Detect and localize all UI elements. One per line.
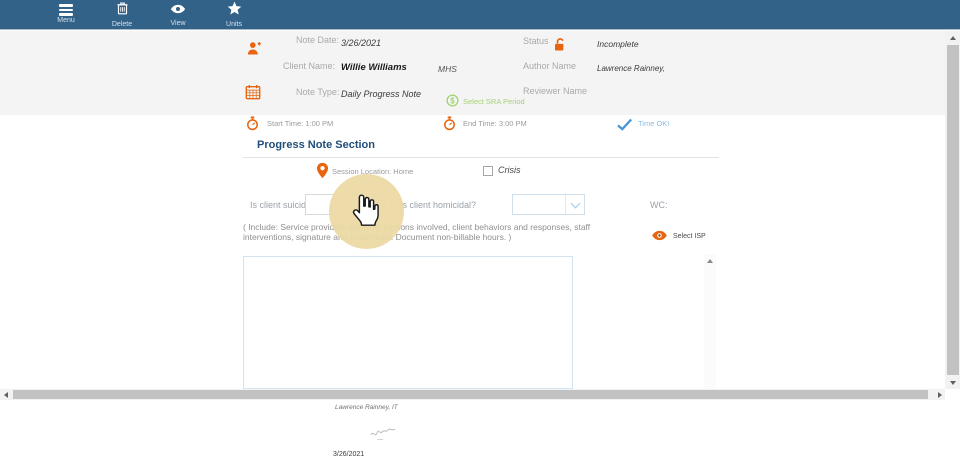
- note-textarea[interactable]: [243, 256, 573, 389]
- eye-icon: [170, 1, 186, 19]
- signature-date: 3/26/2021: [333, 451, 364, 458]
- scroll-up-button[interactable]: [704, 256, 716, 266]
- toolbar-item-delete[interactable]: Delete: [94, 0, 150, 30]
- select-sra-label: Select SRA Period: [463, 97, 525, 106]
- unlock-icon: [553, 37, 567, 57]
- vertical-scrollbar[interactable]: [945, 31, 960, 389]
- scroll-up-button[interactable]: [945, 31, 960, 44]
- homicidal-label: Is client homicidal?: [400, 200, 476, 210]
- toolbar-item-label: Units: [226, 21, 242, 29]
- note-type-value[interactable]: Daily Progress Note: [341, 89, 421, 99]
- note-date-value[interactable]: 3/26/2021: [341, 38, 381, 48]
- signature-credentials: Lawrence Rainney, IT: [335, 404, 398, 411]
- end-time-text: End Time: 3:00 PM: [463, 119, 527, 128]
- section-title: Progress Note Section: [257, 139, 375, 151]
- client-credential: MHS: [438, 64, 457, 74]
- toolbar-item-label: Delete: [112, 21, 132, 29]
- orange-eye-icon: [651, 230, 668, 243]
- include-instructions: ( Include: Service provided, duration, p…: [243, 222, 595, 242]
- stopwatch-icon: [443, 116, 456, 136]
- stopwatch-icon: [246, 116, 259, 136]
- svg-text:$: $: [450, 96, 455, 105]
- client-name-value: Willie Williams: [341, 62, 407, 73]
- horizontal-scrollbar[interactable]: [0, 389, 945, 400]
- crisis-checkbox[interactable]: [483, 166, 493, 176]
- toolbar-item-menu[interactable]: Menu: [38, 0, 94, 30]
- hand-cursor-icon: [349, 193, 379, 232]
- progress-note-window: Menu Delete View Units Note Date: 3/26/2: [0, 0, 960, 469]
- wc-label: WC:: [650, 200, 668, 210]
- select-sra-button[interactable]: $ Select SRA Period: [446, 94, 525, 109]
- toolbar-item-label: View: [170, 20, 185, 28]
- status-value: Incomplete: [597, 39, 639, 49]
- crisis-label: Crisis: [498, 165, 521, 175]
- reviewer-name-label: Reviewer Name: [523, 86, 587, 96]
- select-isp-button[interactable]: Select ISP: [651, 230, 706, 243]
- toolbar-item-view[interactable]: View: [150, 0, 206, 30]
- toolbar-item-units[interactable]: Units: [206, 0, 262, 30]
- client-name-label: Client Name:: [283, 61, 335, 71]
- author-name-value: Lawrence Rainney,: [597, 64, 665, 73]
- homicidal-select[interactable]: [512, 194, 585, 215]
- trash-icon: [116, 1, 129, 20]
- start-time-text: Start Time: 1:00 PM: [267, 119, 333, 128]
- calendar-icon[interactable]: [245, 84, 261, 105]
- scroll-left-button[interactable]: [0, 389, 11, 400]
- isp-panel-scrollbar[interactable]: [704, 254, 716, 390]
- note-type-label: Note Type:: [296, 87, 339, 97]
- app-toolbar: Menu Delete View Units: [0, 0, 960, 30]
- menu-icon: [59, 4, 73, 15]
- select-isp-label: Select ISP: [673, 233, 706, 240]
- scroll-down-button[interactable]: [945, 376, 960, 389]
- section-divider: [243, 157, 719, 158]
- status-label: Status: [523, 36, 549, 46]
- time-ok-text: Time OK!: [638, 119, 669, 128]
- note-date-label: Note Date:: [296, 35, 339, 45]
- star-icon: [227, 1, 242, 20]
- dropdown-button[interactable]: [565, 195, 584, 214]
- chevron-down-icon: [570, 198, 580, 208]
- checkmark-icon: [616, 118, 633, 136]
- vertical-scrollbar-thumb[interactable]: [947, 45, 959, 375]
- add-client-icon[interactable]: [246, 40, 263, 62]
- dollar-circle-icon: $: [446, 94, 459, 109]
- scroll-right-button[interactable]: [934, 389, 945, 400]
- toolbar-item-label: Menu: [57, 17, 75, 25]
- author-name-label: Author Name: [523, 61, 576, 71]
- signature-scribble: [368, 426, 402, 451]
- location-pin-icon: [316, 162, 329, 184]
- horizontal-scrollbar-thumb[interactable]: [13, 390, 928, 399]
